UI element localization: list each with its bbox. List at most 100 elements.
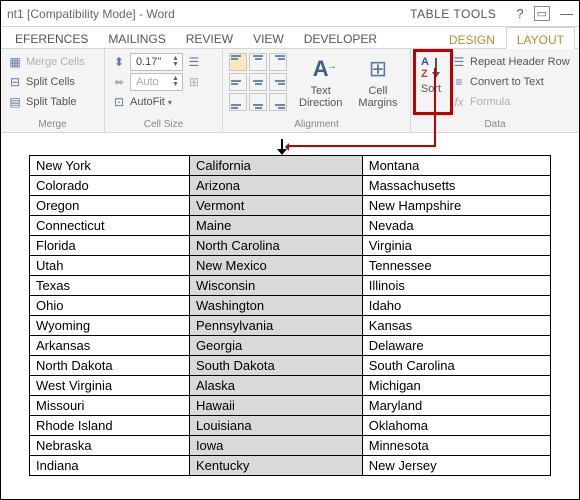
align-top-center[interactable]	[249, 53, 267, 71]
split-table-button[interactable]: ▤ Split Table	[7, 93, 85, 111]
merge-cells-button: ▦ Merge Cells	[7, 53, 85, 71]
table-cell[interactable]: Rhode Island	[30, 416, 190, 436]
table-row[interactable]: FloridaNorth CarolinaVirginia	[30, 236, 551, 256]
table-cell[interactable]: Maine	[189, 216, 362, 236]
cell-margins-button[interactable]: ⊞ CellMargins	[354, 53, 401, 113]
table-cell[interactable]: Iowa	[189, 436, 362, 456]
tab-review[interactable]: REVIEW	[176, 27, 243, 48]
sort-button[interactable]: A Z Sort	[417, 53, 445, 113]
table-cell[interactable]: North Carolina	[189, 236, 362, 256]
table-cell[interactable]: Ohio	[30, 296, 190, 316]
table-cell[interactable]: New York	[30, 156, 190, 176]
table-row[interactable]: ConnecticutMaineNevada	[30, 216, 551, 236]
table-row[interactable]: MissouriHawaiiMaryland	[30, 396, 551, 416]
table-cell[interactable]: Montana	[362, 156, 550, 176]
table-cell[interactable]: Minnesota	[362, 436, 550, 456]
table-cell[interactable]: Maryland	[362, 396, 550, 416]
table-cell[interactable]: Idaho	[362, 296, 550, 316]
table-cell[interactable]: South Carolina	[362, 356, 550, 376]
distribute-rows-icon[interactable]: ☰	[186, 54, 202, 70]
table-cell[interactable]: Nebraska	[30, 436, 190, 456]
table-cell[interactable]: Texas	[30, 276, 190, 296]
tab-mailings[interactable]: MAILINGS	[98, 27, 175, 48]
window-title: nt1 [Compatibility Mode] - Word	[7, 7, 175, 21]
table-cell[interactable]: Arizona	[189, 176, 362, 196]
tab-developer[interactable]: DEVELOPER	[294, 27, 387, 48]
table-row[interactable]: ArkansasGeorgiaDelaware	[30, 336, 551, 356]
table-row[interactable]: NebraskaIowaMinnesota	[30, 436, 551, 456]
split-cells-button[interactable]: ⊟ Split Cells	[7, 73, 85, 91]
table-cell[interactable]: Pennsylvania	[189, 316, 362, 336]
tab-design[interactable]: DESIGN	[438, 27, 506, 48]
table-cell[interactable]: Hawaii	[189, 396, 362, 416]
table-cell[interactable]: Utah	[30, 256, 190, 276]
table-cell[interactable]: Wisconsin	[189, 276, 362, 296]
table-cell[interactable]: North Dakota	[30, 356, 190, 376]
align-bottom-left[interactable]	[229, 93, 247, 111]
table-row[interactable]: New YorkCaliforniaMontana	[30, 156, 551, 176]
row-height-input[interactable]: ▲▼	[130, 53, 183, 71]
table-cell[interactable]: Wyoming	[30, 316, 190, 336]
table-row[interactable]: UtahNew MexicoTennessee	[30, 256, 551, 276]
table-cell[interactable]: Florida	[30, 236, 190, 256]
row-height-spinner[interactable]: ▲▼	[172, 56, 179, 68]
align-middle-right[interactable]	[269, 73, 287, 91]
table-row[interactable]: Rhode IslandLouisianaOklahoma	[30, 416, 551, 436]
table-cell[interactable]: New Mexico	[189, 256, 362, 276]
ribbon-display-options-icon[interactable]: ▭	[534, 6, 550, 21]
table-row[interactable]: ColoradoArizonaMassachusetts	[30, 176, 551, 196]
table-cell[interactable]: Illinois	[362, 276, 550, 296]
align-top-left[interactable]	[229, 53, 247, 71]
table-cell[interactable]: Oregon	[30, 196, 190, 216]
table-cell[interactable]: Massachusetts	[362, 176, 550, 196]
table-row[interactable]: West VirginiaAlaskaMichigan	[30, 376, 551, 396]
table-cell[interactable]: Washington	[189, 296, 362, 316]
minimize-icon[interactable]: —	[560, 6, 573, 21]
table-cell[interactable]: Nevada	[362, 216, 550, 236]
table-cell[interactable]: Georgia	[189, 336, 362, 356]
align-middle-left[interactable]	[229, 73, 247, 91]
table-cell[interactable]: South Dakota	[189, 356, 362, 376]
table-cell[interactable]: Colorado	[30, 176, 190, 196]
align-top-right[interactable]	[269, 53, 287, 71]
align-bottom-right[interactable]	[269, 93, 287, 111]
align-middle-center[interactable]	[249, 73, 267, 91]
tab-view[interactable]: VIEW	[243, 27, 294, 48]
table-cell[interactable]: Connecticut	[30, 216, 190, 236]
tab-references[interactable]: EFERENCES	[5, 27, 98, 48]
repeat-header-rows-button[interactable]: ☰ Repeat Header Row	[451, 53, 570, 71]
convert-to-text-button[interactable]: ≡ Convert to Text	[451, 73, 570, 91]
table-row[interactable]: OregonVermontNew Hampshire	[30, 196, 551, 216]
states-table[interactable]: New YorkCaliforniaMontanaColoradoArizona…	[29, 155, 551, 476]
table-cell[interactable]: New Hampshire	[362, 196, 550, 216]
formula-icon: fx	[451, 94, 467, 110]
table-cell[interactable]: Missouri	[30, 396, 190, 416]
table-cell[interactable]: California	[189, 156, 362, 176]
table-cell[interactable]: Delaware	[362, 336, 550, 356]
table-row[interactable]: TexasWisconsinIllinois	[30, 276, 551, 296]
table-row[interactable]: WyomingPennsylvaniaKansas	[30, 316, 551, 336]
group-cell-size: ⬍ ▲▼ ☰ ⬌ ▲▼ ⊞ ⊡ Auto	[105, 49, 223, 132]
help-icon[interactable]: ?	[516, 6, 523, 21]
table-cell[interactable]: Michigan	[362, 376, 550, 396]
align-bottom-center[interactable]	[249, 93, 267, 111]
table-cell[interactable]: Tennessee	[362, 256, 550, 276]
text-direction-button[interactable]: A→ TextDirection	[295, 53, 346, 113]
table-row[interactable]: IndianaKentuckyNew Jersey	[30, 456, 551, 476]
table-row[interactable]: North DakotaSouth DakotaSouth Carolina	[30, 356, 551, 376]
table-cell[interactable]: Louisiana	[189, 416, 362, 436]
table-cell[interactable]: Kansas	[362, 316, 550, 336]
table-cell[interactable]: West Virginia	[30, 376, 190, 396]
row-height-value[interactable]	[134, 55, 168, 69]
table-cell[interactable]: Alaska	[189, 376, 362, 396]
table-cell[interactable]: Virginia	[362, 236, 550, 256]
table-cell[interactable]: New Jersey	[362, 456, 550, 476]
tab-layout[interactable]: LAYOUT	[506, 27, 575, 49]
table-cell[interactable]: Kentucky	[189, 456, 362, 476]
autofit-button[interactable]: ⊡ AutoFit ▾	[111, 93, 202, 111]
table-cell[interactable]: Oklahoma	[362, 416, 550, 436]
table-cell[interactable]: Arkansas	[30, 336, 190, 356]
table-cell[interactable]: Vermont	[189, 196, 362, 216]
table-row[interactable]: OhioWashingtonIdaho	[30, 296, 551, 316]
table-cell[interactable]: Indiana	[30, 456, 190, 476]
